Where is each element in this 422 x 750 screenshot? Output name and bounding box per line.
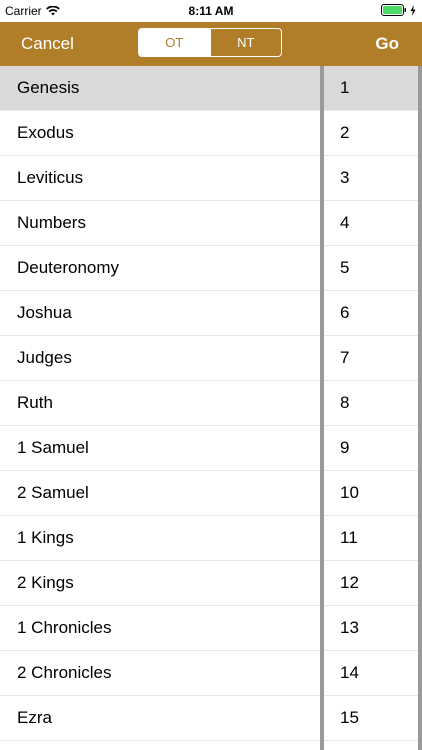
book-row-2-samuel[interactable]: 2 Samuel [0, 471, 320, 516]
charging-bolt-icon [410, 4, 416, 16]
cancel-button[interactable]: Cancel [21, 22, 74, 66]
book-row-exodus[interactable]: Exodus [0, 111, 320, 156]
status-right [381, 4, 416, 16]
chapter-row-3[interactable]: 3 [324, 156, 418, 201]
book-row-ezra[interactable]: Ezra [0, 696, 320, 741]
chapter-row-1[interactable]: 1 [324, 66, 418, 111]
segment-ot[interactable]: OT [139, 29, 210, 56]
chapter-row-13[interactable]: 13 [324, 606, 418, 651]
book-row-ruth[interactable]: Ruth [0, 381, 320, 426]
book-row-2-chronicles[interactable]: 2 Chronicles [0, 651, 320, 696]
book-row-joshua[interactable]: Joshua [0, 291, 320, 336]
book-row-numbers[interactable]: Numbers [0, 201, 320, 246]
book-row-1-samuel[interactable]: 1 Samuel [0, 426, 320, 471]
go-button[interactable]: Go [375, 22, 399, 66]
status-bar: Carrier 8:11 AM [0, 0, 422, 22]
chapter-row-7[interactable]: 7 [324, 336, 418, 381]
book-row-leviticus[interactable]: Leviticus [0, 156, 320, 201]
chapter-row-15[interactable]: 15 [324, 696, 418, 741]
chapter-row-14[interactable]: 14 [324, 651, 418, 696]
chapter-row-8[interactable]: 8 [324, 381, 418, 426]
chapter-list[interactable]: 1 2 3 4 5 6 7 8 9 10 11 12 13 14 15 [324, 66, 418, 750]
nav-bar: Cancel OT NT Go [0, 22, 422, 66]
column-divider-right [418, 66, 422, 750]
chapter-row-10[interactable]: 10 [324, 471, 418, 516]
chapter-row-2[interactable]: 2 [324, 111, 418, 156]
chapter-row-9[interactable]: 9 [324, 426, 418, 471]
chapter-row-12[interactable]: 12 [324, 561, 418, 606]
chapter-row-11[interactable]: 11 [324, 516, 418, 561]
book-row-judges[interactable]: Judges [0, 336, 320, 381]
battery-icon [381, 4, 407, 16]
chapter-row-4[interactable]: 4 [324, 201, 418, 246]
status-time: 8:11 AM [188, 4, 234, 18]
book-row-deuteronomy[interactable]: Deuteronomy [0, 246, 320, 291]
chapter-row-5[interactable]: 5 [324, 246, 418, 291]
chapter-row-6[interactable]: 6 [324, 291, 418, 336]
book-row-1-kings[interactable]: 1 Kings [0, 516, 320, 561]
book-list[interactable]: Genesis Exodus Leviticus Numbers Deutero… [0, 66, 320, 750]
book-row-genesis[interactable]: Genesis [0, 66, 320, 111]
segment-nt[interactable]: NT [209, 29, 282, 56]
testament-segmented-control: OT NT [138, 28, 282, 57]
book-row-1-chronicles[interactable]: 1 Chronicles [0, 606, 320, 651]
book-row-2-kings[interactable]: 2 Kings [0, 561, 320, 606]
